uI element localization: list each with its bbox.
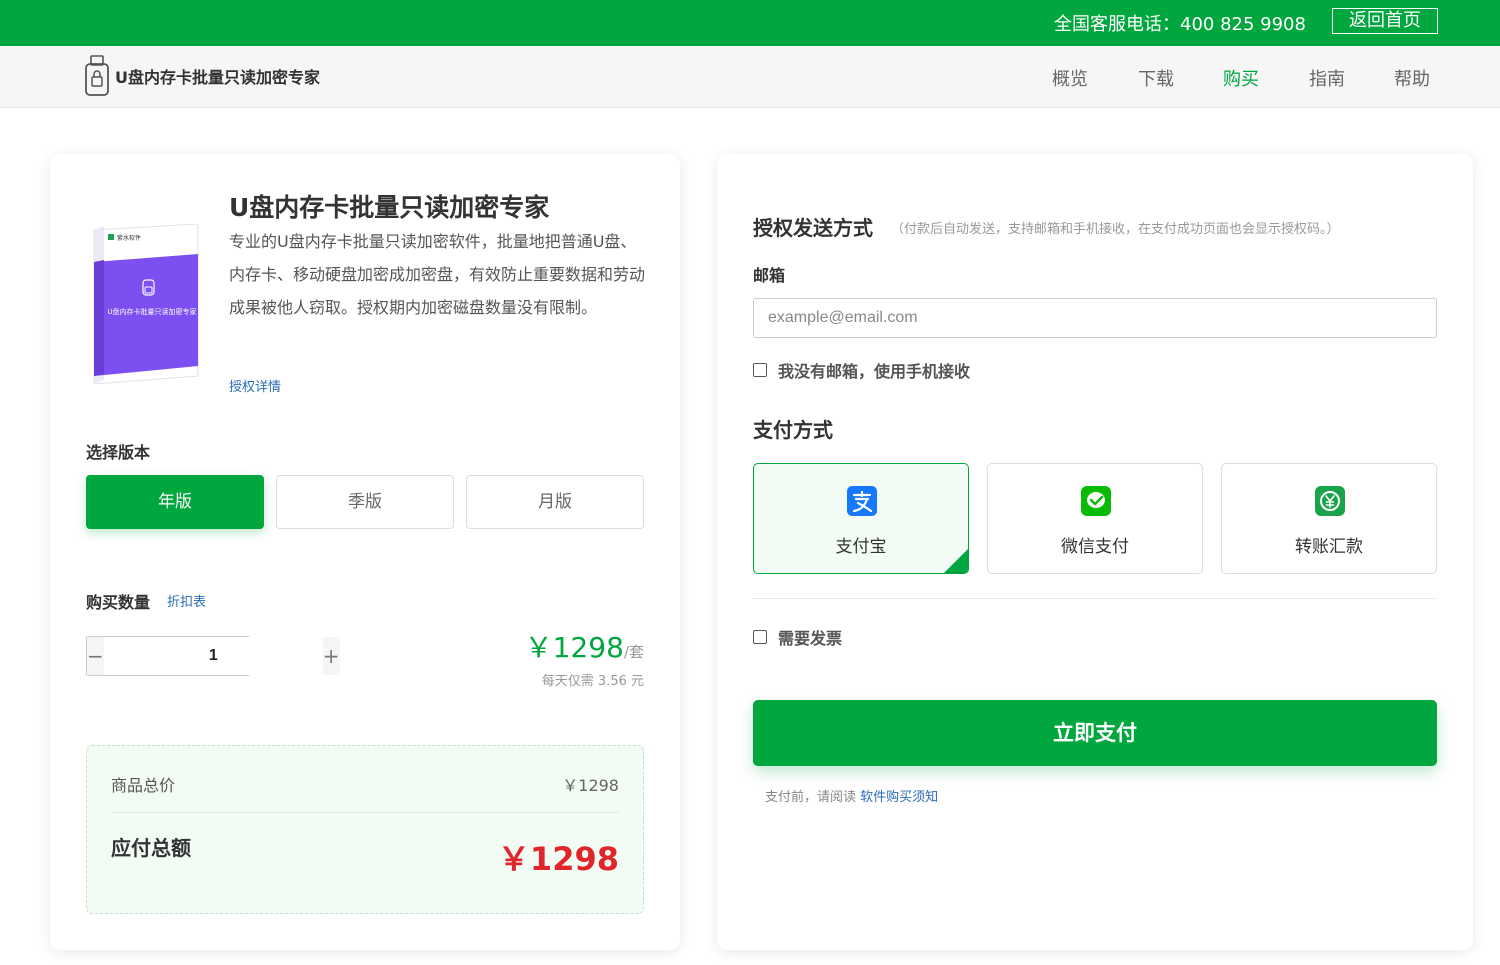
payment-option-wechat[interactable]: 微信支付 (987, 463, 1203, 574)
total-label: 应付总额 (111, 836, 191, 860)
return-home-button[interactable]: 返回首页 (1332, 8, 1438, 34)
logo-text: U盘内存卡批量只读加密专家 (115, 68, 320, 87)
select-version-label: 选择版本 (86, 443, 151, 462)
alipay-icon (847, 486, 877, 516)
invoice-label[interactable]: 需要发票 (778, 625, 842, 649)
wechat-pay-label: 微信支付 (1061, 537, 1129, 557)
subtotal-value: ￥1298 (562, 776, 619, 795)
bank-transfer-label: 转账汇款 (1295, 537, 1363, 557)
quantity-label: 购买数量 (86, 593, 151, 612)
usb-lock-icon (85, 55, 109, 96)
order-summary: 商品总价 ￥1298 应付总额 ￥1298 (86, 745, 644, 914)
payment-card: 授权发送方式 （付款后自动发送，支持邮箱和手机接收，在支付成功页面也会显示授权码… (717, 154, 1473, 950)
nav-item-guide[interactable]: 指南 (1309, 65, 1345, 91)
email-label: 邮箱 (753, 266, 786, 285)
payment-method-title: 支付方式 (753, 418, 833, 442)
product-box-brand: 紫水软件 (117, 234, 141, 242)
quantity-decrease-button[interactable]: − (87, 637, 104, 675)
selected-corner-mark (944, 549, 968, 573)
customer-service-phone: 全国客服电话：400 825 9908 (1054, 14, 1306, 35)
wechat-pay-icon (1081, 486, 1111, 516)
product-card: 紫水软件 U盘内存卡批量只读加密专家 U盘内存卡批量只读加密专家 专业的U盘内存… (50, 154, 680, 950)
nav-item-help[interactable]: 帮助 (1394, 65, 1430, 91)
nav-item-buy[interactable]: 购买 (1223, 65, 1259, 91)
quantity-increase-button[interactable]: + (322, 637, 340, 675)
purchase-terms-link[interactable]: 软件购买须知 (860, 790, 938, 805)
terms-prefix: 支付前，请阅读 (765, 790, 857, 805)
payment-divider (753, 598, 1437, 599)
no-email-checkbox[interactable] (753, 363, 767, 377)
license-details-link[interactable]: 授权详情 (229, 376, 281, 395)
nav-bar: U盘内存卡批量只读加密专家 概览 下载 购买 指南 帮助 (0, 46, 1500, 108)
unit-price-amount: ￥1298 (524, 631, 624, 664)
top-bar: 全国客服电话：400 825 9908 返回首页 (0, 0, 1500, 46)
nav-item-overview[interactable]: 概览 (1052, 65, 1088, 91)
version-yearly-button[interactable]: 年版 (86, 475, 264, 529)
quantity-stepper: − + (86, 636, 340, 676)
email-input[interactable] (753, 298, 1437, 338)
product-box-image: 紫水软件 U盘内存卡批量只读加密专家 (93, 224, 199, 384)
delivery-method-note: （付款后自动发送，支持邮箱和手机接收，在支付成功页面也会显示授权码。） (891, 222, 1340, 237)
summary-divider (111, 812, 619, 813)
bank-transfer-icon (1315, 486, 1345, 516)
version-quarterly-button[interactable]: 季版 (276, 475, 454, 529)
delivery-method-title: 授权发送方式 (753, 216, 873, 240)
product-box-title: U盘内存卡批量只读加密专家 (107, 307, 196, 316)
payment-option-alipay[interactable]: 支付宝 (753, 463, 969, 574)
payment-option-bank-transfer[interactable]: 转账汇款 (1221, 463, 1437, 574)
no-email-label[interactable]: 我没有邮箱，使用手机接收 (778, 358, 970, 382)
unit-price-unit: /套 (623, 643, 644, 661)
product-description: 专业的U盘内存卡批量只读加密软件，批量地把普通U盘、内存卡、移动硬盘加密成加密盘… (229, 232, 646, 317)
subtotal-label: 商品总价 (111, 776, 176, 795)
alipay-label: 支付宝 (835, 537, 887, 557)
terms-note: 支付前，请阅读 软件购买须知 (765, 786, 938, 805)
total-value: ￥1298 (497, 840, 619, 878)
per-day-price: 每天仅需 3.56 元 (541, 674, 644, 689)
pay-now-button[interactable]: 立即支付 (753, 700, 1437, 766)
version-monthly-button[interactable]: 月版 (466, 475, 644, 529)
unit-price: ￥1298/套 (525, 626, 644, 666)
quantity-input[interactable] (103, 637, 323, 675)
site-logo[interactable]: U盘内存卡批量只读加密专家 (84, 54, 320, 98)
discount-table-link[interactable]: 折扣表 (167, 591, 206, 610)
nav-item-download[interactable]: 下载 (1138, 65, 1174, 91)
product-title: U盘内存卡批量只读加密专家 (229, 193, 550, 222)
invoice-checkbox[interactable] (753, 630, 767, 644)
